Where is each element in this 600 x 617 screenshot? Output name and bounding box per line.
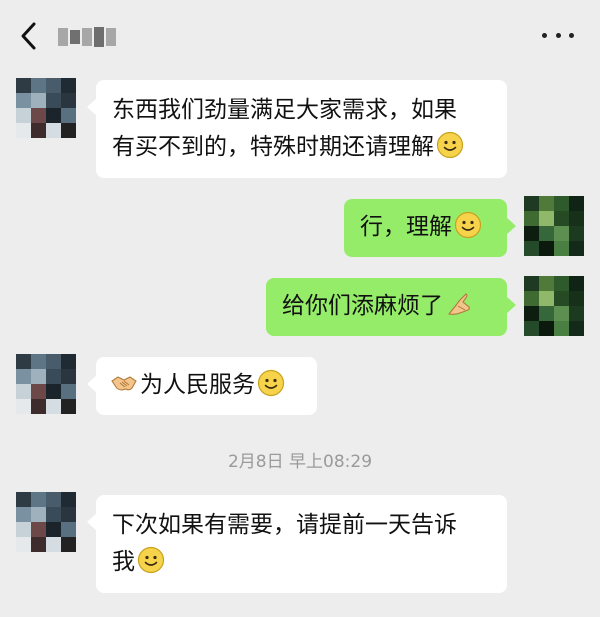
- contact-avatar[interactable]: [16, 78, 76, 138]
- handshake-emoji-icon: [111, 376, 137, 391]
- message-timestamp: 2月8日 早上08:29: [227, 452, 373, 472]
- message-text: 我: [112, 549, 135, 575]
- message-text: 行，理解: [360, 214, 452, 240]
- message-bubble-incoming[interactable]: 下次如果有需要，请提前一天告诉 我: [87, 495, 507, 593]
- message-text-line: 有买不到的，特殊时期还请理解: [112, 129, 491, 166]
- smile-emoji-icon: [436, 131, 464, 159]
- more-dot: [542, 32, 547, 38]
- message-text-line: 我: [112, 544, 491, 581]
- message-text-line: 东西我们劲量满足大家需求，如果: [112, 97, 457, 123]
- smile-emoji-icon: [454, 211, 482, 239]
- message-bubble-outgoing[interactable]: 给你们添麻烦了: [266, 278, 516, 336]
- chevron-left-icon: [21, 22, 36, 50]
- message-bubble-incoming[interactable]: 为人民服务: [87, 357, 317, 415]
- message-text: 有买不到的，特殊时期还请理解: [112, 134, 434, 160]
- my-avatar[interactable]: [524, 276, 584, 336]
- contact-name-blurred: [58, 24, 120, 50]
- message-text: 为人民服务: [140, 372, 255, 398]
- contact-avatar[interactable]: [16, 492, 76, 552]
- more-dot: [555, 32, 561, 38]
- pray-hands-emoji-icon: [447, 293, 470, 315]
- message-text-line: 下次如果有需要，请提前一天告诉: [112, 512, 457, 538]
- message-bubble-incoming[interactable]: 东西我们劲量满足大家需求，如果 有买不到的，特殊时期还请理解: [87, 80, 507, 178]
- back-button[interactable]: [14, 18, 46, 54]
- more-dot: [569, 32, 574, 38]
- more-button[interactable]: [542, 27, 574, 43]
- message-bubble-outgoing[interactable]: 行，理解: [344, 199, 516, 257]
- message-text: 给你们添麻烦了: [282, 293, 443, 319]
- my-avatar[interactable]: [524, 196, 584, 256]
- smile-emoji-icon: [257, 369, 285, 397]
- top-bar: [0, 0, 600, 72]
- contact-avatar[interactable]: [16, 354, 76, 414]
- smile-emoji-icon: [137, 546, 165, 574]
